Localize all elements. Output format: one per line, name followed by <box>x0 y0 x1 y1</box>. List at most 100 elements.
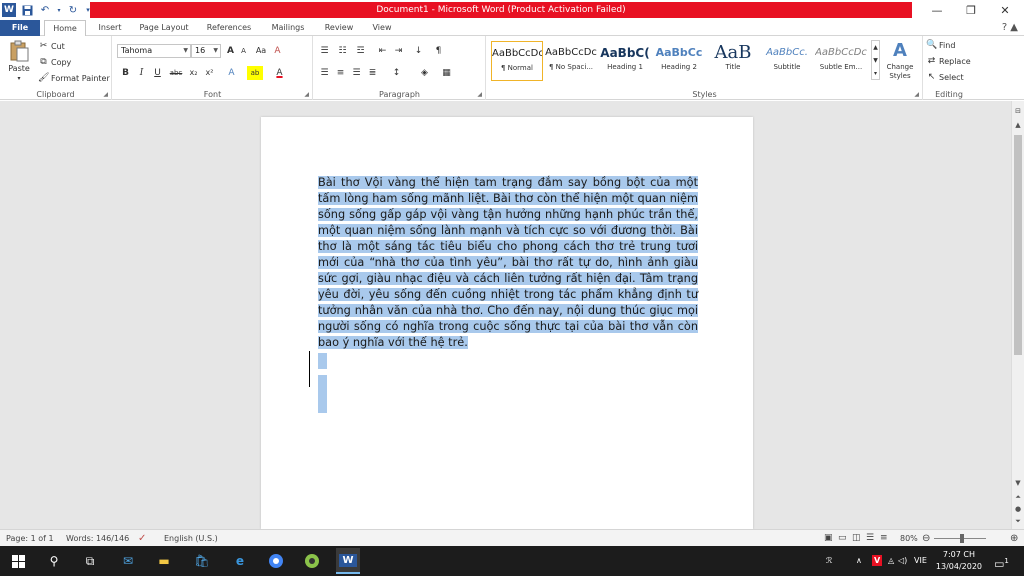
strikethrough-button[interactable]: abc <box>167 66 185 80</box>
select-browse-object-icon[interactable]: ● <box>1012 505 1024 513</box>
web-layout-view-icon[interactable]: ◫ <box>852 530 861 547</box>
style-no-spacing[interactable]: AaBbCcDc ¶ No Spaci... <box>545 41 597 81</box>
style-subtle-emphasis[interactable]: AaBbCcDc Subtle Em... <box>815 41 867 81</box>
subscript-button[interactable]: x₂ <box>187 66 200 80</box>
tab-home[interactable]: Home <box>44 20 86 37</box>
save-icon[interactable] <box>20 3 34 17</box>
word-taskbar-icon[interactable]: W <box>336 548 360 574</box>
decrease-indent-icon[interactable]: ⇤ <box>376 44 389 58</box>
scroll-thumb[interactable] <box>1014 135 1022 355</box>
undo-dropdown-icon[interactable]: ▾ <box>56 3 62 17</box>
selected-paragraph[interactable]: Bài thơ Vội vàng thể hiện tam trạng đắm … <box>318 176 698 349</box>
system-clock[interactable]: 7:07 CH 13/04/2020 <box>936 549 982 573</box>
clipboard-launcher-icon[interactable]: ◢ <box>103 91 108 98</box>
print-layout-view-icon[interactable]: ▣ <box>824 530 833 547</box>
tab-review[interactable]: Review <box>318 20 360 36</box>
scroll-up-icon[interactable]: ▲ <box>1012 121 1024 129</box>
italic-button[interactable]: I <box>135 66 148 80</box>
zoom-in-icon[interactable]: ⊕ <box>1010 530 1018 547</box>
show-formatting-icon[interactable]: ¶ <box>432 44 445 58</box>
document-canvas[interactable]: Bài thơ Vội vàng thể hiện tam trạng đắm … <box>0 101 1011 529</box>
style-normal[interactable]: AaBbCcDc ¶ Normal <box>491 41 543 81</box>
show-hidden-icons[interactable]: ∧ <box>856 546 862 576</box>
bold-button[interactable]: B <box>119 66 132 80</box>
text-effects-button[interactable]: A <box>225 66 238 80</box>
ruler-toggle-icon[interactable]: ⊟ <box>1012 107 1024 115</box>
redo-icon[interactable]: ↻ <box>66 3 80 17</box>
bullets-icon[interactable]: ☰ <box>318 44 331 58</box>
format-painter-button[interactable]: 🖌 Format Painter <box>38 73 110 84</box>
store-icon[interactable]: 🛍 <box>192 551 212 571</box>
borders-icon[interactable]: ▦ <box>440 66 453 80</box>
clear-formatting-button[interactable]: A <box>271 44 284 58</box>
paste-button[interactable]: Paste ▾ <box>6 40 32 82</box>
font-color-button[interactable]: A <box>273 66 286 80</box>
undo-icon[interactable]: ↶ <box>38 3 52 17</box>
font-name-dropdown[interactable]: Tahoma ▼ <box>117 44 191 58</box>
tab-mailings[interactable]: Mailings <box>264 20 312 36</box>
vertical-scrollbar[interactable]: ⊟ ▲ ▼ ⏶ ● ⏷ <box>1011 101 1024 529</box>
style-heading-2[interactable]: AaBbCc Heading 2 <box>653 41 705 81</box>
change-styles-button[interactable]: A Change Styles <box>883 40 917 81</box>
full-screen-view-icon[interactable]: ▭ <box>838 530 847 547</box>
document-body[interactable]: Bài thơ Vội vàng thể hiện tam trạng đắm … <box>318 175 698 351</box>
page-count[interactable]: Page: 1 of 1 <box>6 530 54 547</box>
windows-start-icon[interactable] <box>8 551 28 571</box>
multilevel-list-icon[interactable]: ☲ <box>354 44 367 58</box>
styles-launcher-icon[interactable]: ◢ <box>914 91 919 98</box>
scroll-down-icon[interactable]: ▼ <box>1012 479 1024 487</box>
tab-references[interactable]: References <box>200 20 258 36</box>
copy-button[interactable]: ⧉ Copy <box>38 57 71 68</box>
tab-file[interactable]: File <box>0 20 40 36</box>
proofing-icon[interactable]: ✓ <box>138 530 146 547</box>
style-heading-1[interactable]: AaBbC( Heading 1 <box>599 41 651 81</box>
document-page[interactable]: Bài thơ Vội vàng thể hiện tam trạng đắm … <box>261 117 753 529</box>
zoom-slider-handle[interactable] <box>960 534 964 543</box>
increase-indent-icon[interactable]: ⇥ <box>392 44 405 58</box>
style-title[interactable]: AaB Title <box>707 41 759 81</box>
restore-button[interactable]: ❐ <box>954 0 988 20</box>
chrome-icon[interactable] <box>266 551 286 571</box>
tab-page-layout[interactable]: Page Layout <box>134 20 194 36</box>
paragraph-launcher-icon[interactable]: ◢ <box>477 91 482 98</box>
highlight-button[interactable]: ab <box>247 66 263 80</box>
numbering-icon[interactable]: ☷ <box>336 44 349 58</box>
tab-view[interactable]: View <box>364 20 400 36</box>
shading-icon[interactable]: ◈ <box>418 66 431 80</box>
task-view-icon[interactable]: ⧉ <box>80 551 100 571</box>
app-icon[interactable] <box>302 551 322 571</box>
font-size-dropdown[interactable]: 16 ▼ <box>191 44 221 58</box>
notifications-icon[interactable]: ▭1 <box>994 546 1009 576</box>
select-button[interactable]: ↖ Select <box>926 72 964 83</box>
language-indicator[interactable]: English (U.S.) <box>164 530 218 547</box>
cut-button[interactable]: ✂ Cut <box>38 41 65 52</box>
file-explorer-icon[interactable]: ▬ <box>154 551 174 571</box>
minimize-button[interactable]: — <box>920 0 954 20</box>
outline-view-icon[interactable]: ☰ <box>866 530 874 547</box>
tab-insert[interactable]: Insert <box>92 20 128 36</box>
zoom-level[interactable]: 80% <box>900 530 918 547</box>
align-right-icon[interactable]: ☰ <box>350 66 363 80</box>
style-subtitle[interactable]: AaBbCc. Subtitle <box>761 41 813 81</box>
draft-view-icon[interactable]: ≡ <box>880 530 888 547</box>
people-icon[interactable]: ℛ <box>826 546 832 576</box>
change-case-button[interactable]: Aa <box>252 44 270 58</box>
close-button[interactable]: ✕ <box>988 0 1022 20</box>
shrink-font-button[interactable]: A <box>237 44 250 58</box>
underline-button[interactable]: U <box>151 66 164 80</box>
align-center-icon[interactable]: ≡ <box>334 66 347 80</box>
find-button[interactable]: 🔍 Find <box>926 40 955 51</box>
align-left-icon[interactable]: ☰ <box>318 66 331 80</box>
input-language[interactable]: VIE <box>914 546 927 576</box>
word-app-icon[interactable]: W <box>2 3 16 17</box>
network-icon[interactable]: ◬ <box>888 546 894 576</box>
styles-scroll-icon[interactable]: ▲ ▼ ▾ <box>871 40 880 80</box>
zoom-out-icon[interactable]: ⊖ <box>922 530 930 547</box>
superscript-button[interactable]: x² <box>203 66 216 80</box>
previous-page-icon[interactable]: ⏶ <box>1012 493 1024 502</box>
help-icon[interactable]: ? ▲ <box>1002 22 1018 33</box>
grow-font-button[interactable]: A <box>224 44 237 58</box>
next-page-icon[interactable]: ⏷ <box>1012 517 1024 526</box>
search-icon[interactable]: ⚲ <box>44 551 64 571</box>
justify-icon[interactable]: ≣ <box>366 66 379 80</box>
